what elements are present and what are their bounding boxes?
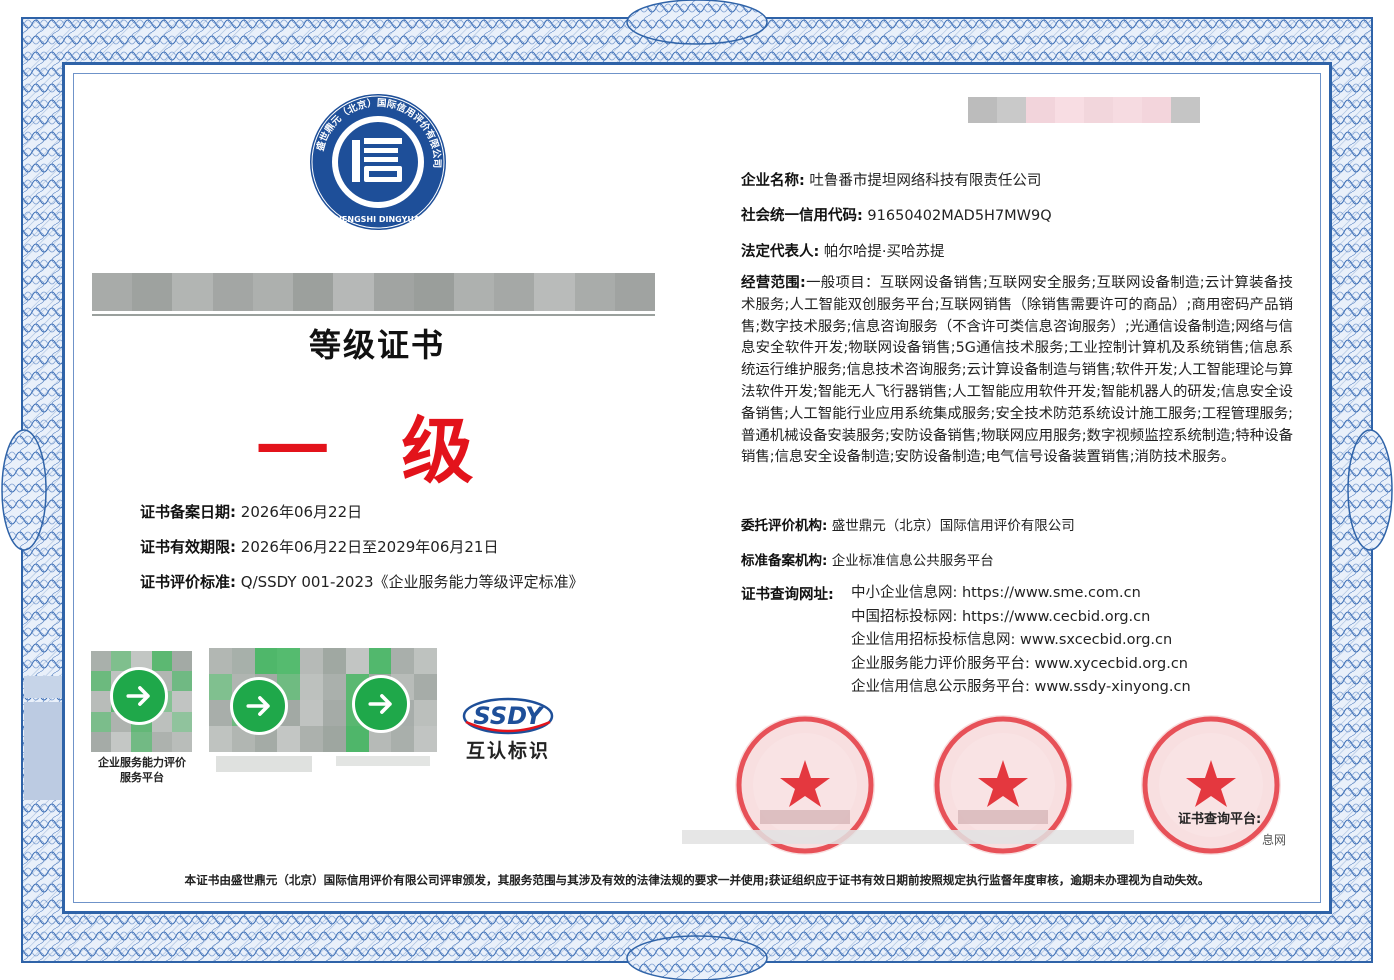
filing-date-label: 证书备案日期: xyxy=(140,503,236,521)
legal-rep-label: 法定代表人: xyxy=(741,244,820,260)
query-sites-label: 证书查询网址: xyxy=(741,587,834,603)
agency-label: 委托评价机构: xyxy=(741,518,828,534)
standard-field: 证书评价标准: Q/SSDY 001-2023《企业服务能力等级评定标准》 xyxy=(140,571,584,592)
business-scope: 经营范围:一般项目：互联网设备销售;互联网安全服务;互联网设备制造;云计算装备技… xyxy=(741,273,1293,469)
company-name-label: 企业名称: xyxy=(741,173,805,189)
company-name-field: 企业名称: 吐鲁番市提坦网络科技有限责任公司 xyxy=(741,169,1041,190)
seal-info-suffix: 息网 xyxy=(1262,833,1287,847)
redacted-header-patch xyxy=(968,97,1200,123)
query-site-item[interactable]: 企业信用信息公示服务平台: www.ssdy-xinyong.cn xyxy=(851,677,1191,701)
seal-query-label: 证书查询平台: xyxy=(1178,812,1262,827)
redacted-edge-strip xyxy=(24,702,62,800)
legal-rep-field: 法定代表人: 帕尔哈提·买哈苏提 xyxy=(741,240,945,261)
certificate-title: 等级证书 xyxy=(308,326,445,364)
qr-arrow-icon xyxy=(352,675,410,733)
query-site-item[interactable]: 中国招标投标网: https://www.cecbid.org.cn xyxy=(851,607,1191,631)
redacted-seal-info-strip xyxy=(682,830,1134,844)
query-site-item[interactable]: 企业信用招标投标信息网: www.sxcecbid.org.cn xyxy=(851,630,1191,654)
credit-code-value: 91650402MAD5H7MW9Q xyxy=(867,208,1052,224)
credit-code-field: 社会统一信用代码: 91650402MAD5H7MW9Q xyxy=(741,204,1052,225)
qr-arrow-icon xyxy=(230,677,288,735)
certificate: 盛世鼎元（北京）国际信用评价有限公司 SHENGSHI DINGYUAN 等级证… xyxy=(0,0,1394,980)
redacted-caption-3 xyxy=(336,756,430,766)
redacted-banner xyxy=(92,273,655,311)
filing-body-value: 企业标准信息公共服务平台 xyxy=(831,553,994,569)
query-sites-list: 中小企业信息网: https://www.sme.com.cn 中国招标投标网:… xyxy=(851,583,1191,701)
company-name-value: 吐鲁番市提坦网络科技有限责任公司 xyxy=(809,173,1042,189)
query-site-item[interactable]: 企业服务能力评价服务平台: www.xycecbid.org.cn xyxy=(851,654,1191,678)
filing-body-field: 标准备案机构: 企业标准信息公共服务平台 xyxy=(741,549,994,569)
legal-rep-value: 帕尔哈提·买哈苏提 xyxy=(823,244,945,260)
validity-field: 证书有效期限: 2026年06月22日至2029年06月21日 xyxy=(140,536,498,557)
issuer-logo-seal: 盛世鼎元（北京）国际信用评价有限公司 SHENGSHI DINGYUAN xyxy=(310,94,446,230)
banner-underline xyxy=(92,314,655,316)
certificate-footer-note: 本证书由盛世鼎元（北京）国际信用评价有限公司评审颁发，其服务范围与其涉及有效的法… xyxy=(184,873,1210,887)
ssdy-text: SSDY xyxy=(473,702,545,730)
qr-arrow-icon xyxy=(110,667,168,725)
qr-caption-1: 企业服务能力评价服务平台 xyxy=(98,756,186,784)
filing-date-field: 证书备案日期: 2026年06月22日 xyxy=(140,501,362,522)
standard-label: 证书评价标准: xyxy=(140,573,236,591)
business-scope-text: 一般项目：互联网设备销售;互联网安全服务;互联网设备制造;云计算装备技术服务;人… xyxy=(741,275,1293,466)
agency-value: 盛世鼎元（北京）国际信用评价有限公司 xyxy=(831,518,1075,534)
redacted-caption-2 xyxy=(216,756,312,772)
standard-value: Q/SSDY 001-2023《企业服务能力等级评定标准》 xyxy=(240,573,584,591)
mutual-recognition-label: 互认标识 xyxy=(465,740,550,762)
business-scope-label: 经营范围: xyxy=(741,275,806,291)
redacted-edge-strip xyxy=(24,676,62,698)
filing-body-label: 标准备案机构: xyxy=(741,553,828,569)
filing-date-value: 2026年06月22日 xyxy=(240,503,363,521)
agency-field: 委托评价机构: 盛世鼎元（北京）国际信用评价有限公司 xyxy=(741,514,1075,534)
validity-value: 2026年06月22日至2029年06月21日 xyxy=(240,538,499,556)
validity-label: 证书有效期限: xyxy=(140,538,236,556)
credit-code-label: 社会统一信用代码: xyxy=(741,208,863,224)
certificate-grade: 一 级 xyxy=(256,409,498,493)
query-site-item[interactable]: 中小企业信息网: https://www.sme.com.cn xyxy=(851,583,1191,607)
logo-bottom-text: SHENGSHI DINGYUAN xyxy=(329,215,426,224)
